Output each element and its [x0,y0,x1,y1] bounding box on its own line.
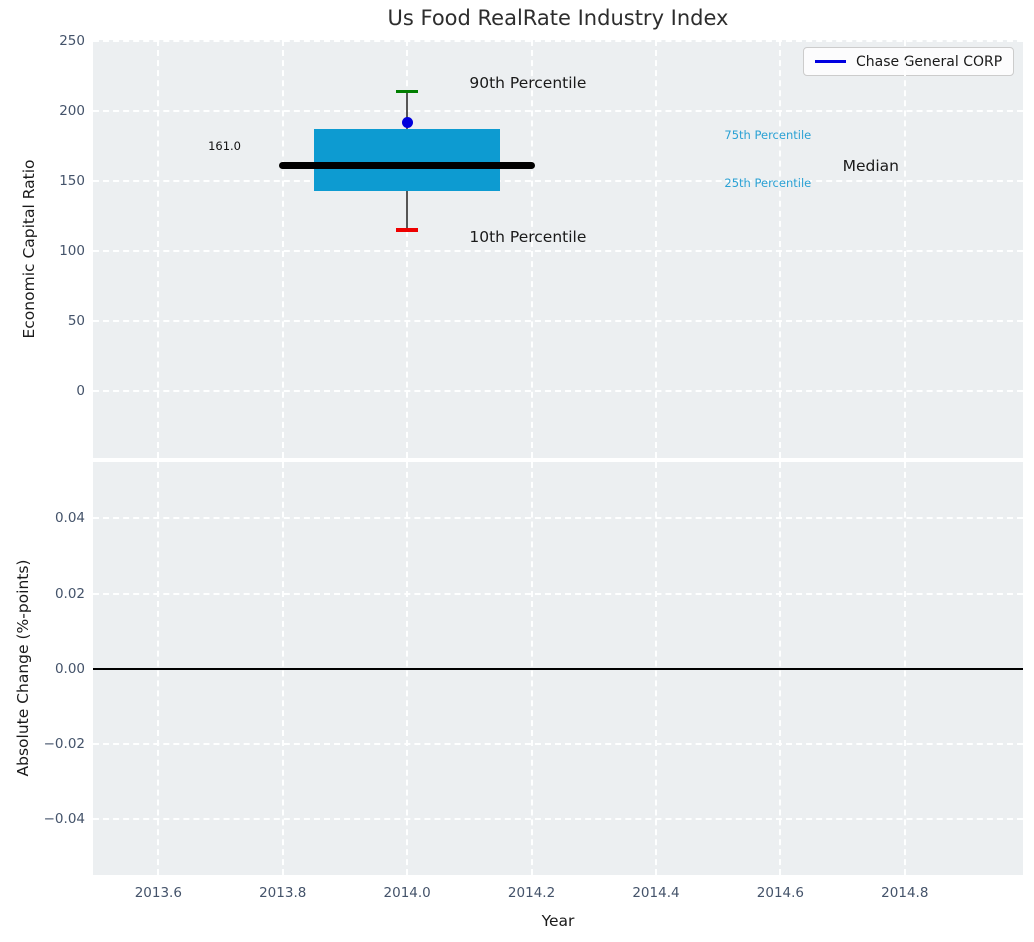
gridline-vertical [281,40,284,458]
cap-90th-percentile [395,89,419,94]
x-tick-label: 2014.4 [632,885,680,901]
y-tick-label: 100 [59,243,85,260]
label-10th-percentile: 10th Percentile [469,228,587,247]
gridline-horizontal [93,389,1023,392]
y-tick-label: 0.04 [54,510,85,527]
x-tick-label: 2014.6 [756,885,805,901]
gridline-horizontal [93,110,1023,113]
gridline-vertical [779,40,782,458]
y-tick-label: 50 [67,312,85,329]
cap-10th-percentile [395,228,419,232]
gridline-horizontal [93,319,1023,322]
gridline-vertical [654,40,657,458]
x-axis-label: Year [541,912,575,930]
x-tick-label: 2014.0 [383,885,431,901]
label-90th-percentile: 90th Percentile [469,74,587,93]
zero-change-line [93,667,1023,670]
legend: Chase General CORP [803,47,1015,76]
gridline-horizontal [93,180,1023,183]
x-tick-label: 2014.8 [881,885,929,901]
y-tick-label: −0.02 [43,736,85,753]
gridline-horizontal [93,250,1023,253]
x-tick-label: 2013.8 [259,885,307,901]
label-median-value: 161.0 [208,139,242,154]
figure: Us Food RealRate Industry Index Economic… [0,0,1034,942]
chart-title: Us Food RealRate Industry Index [387,6,729,30]
label-75th-percentile: 75th Percentile [724,128,812,143]
gridline-vertical [903,40,906,458]
y-tick-label: 0.00 [54,660,85,677]
top-y-axis-label: Economic Capital Ratio [20,159,38,339]
gridline-horizontal [93,818,1023,821]
y-tick-label: 0.02 [54,585,85,602]
y-tick-label: −0.04 [43,811,85,828]
gridline-horizontal [93,40,1023,43]
y-tick-label: 150 [59,173,85,190]
y-tick-label: 0 [76,382,85,399]
gridline-vertical [530,40,533,458]
x-tick-label: 2014.2 [507,885,556,901]
median-line [279,162,536,170]
y-tick-label: 200 [59,103,85,120]
gridline-horizontal [93,517,1023,520]
legend-label: Chase General CORP [856,53,1003,70]
label-25th-percentile: 25th Percentile [724,175,812,190]
label-median: Median [842,156,899,175]
top-axes [93,40,1023,458]
company-value-dot [401,116,413,128]
iqr-box [313,129,501,191]
y-tick-label: 250 [59,33,85,50]
bottom-y-axis-label: Absolute Change (%-points) [14,559,32,777]
legend-line-sample-icon [815,60,846,63]
x-tick-label: 2013.6 [134,885,182,901]
gridline-horizontal [93,592,1023,595]
gridline-horizontal [93,743,1023,746]
gridline-vertical [157,40,160,458]
